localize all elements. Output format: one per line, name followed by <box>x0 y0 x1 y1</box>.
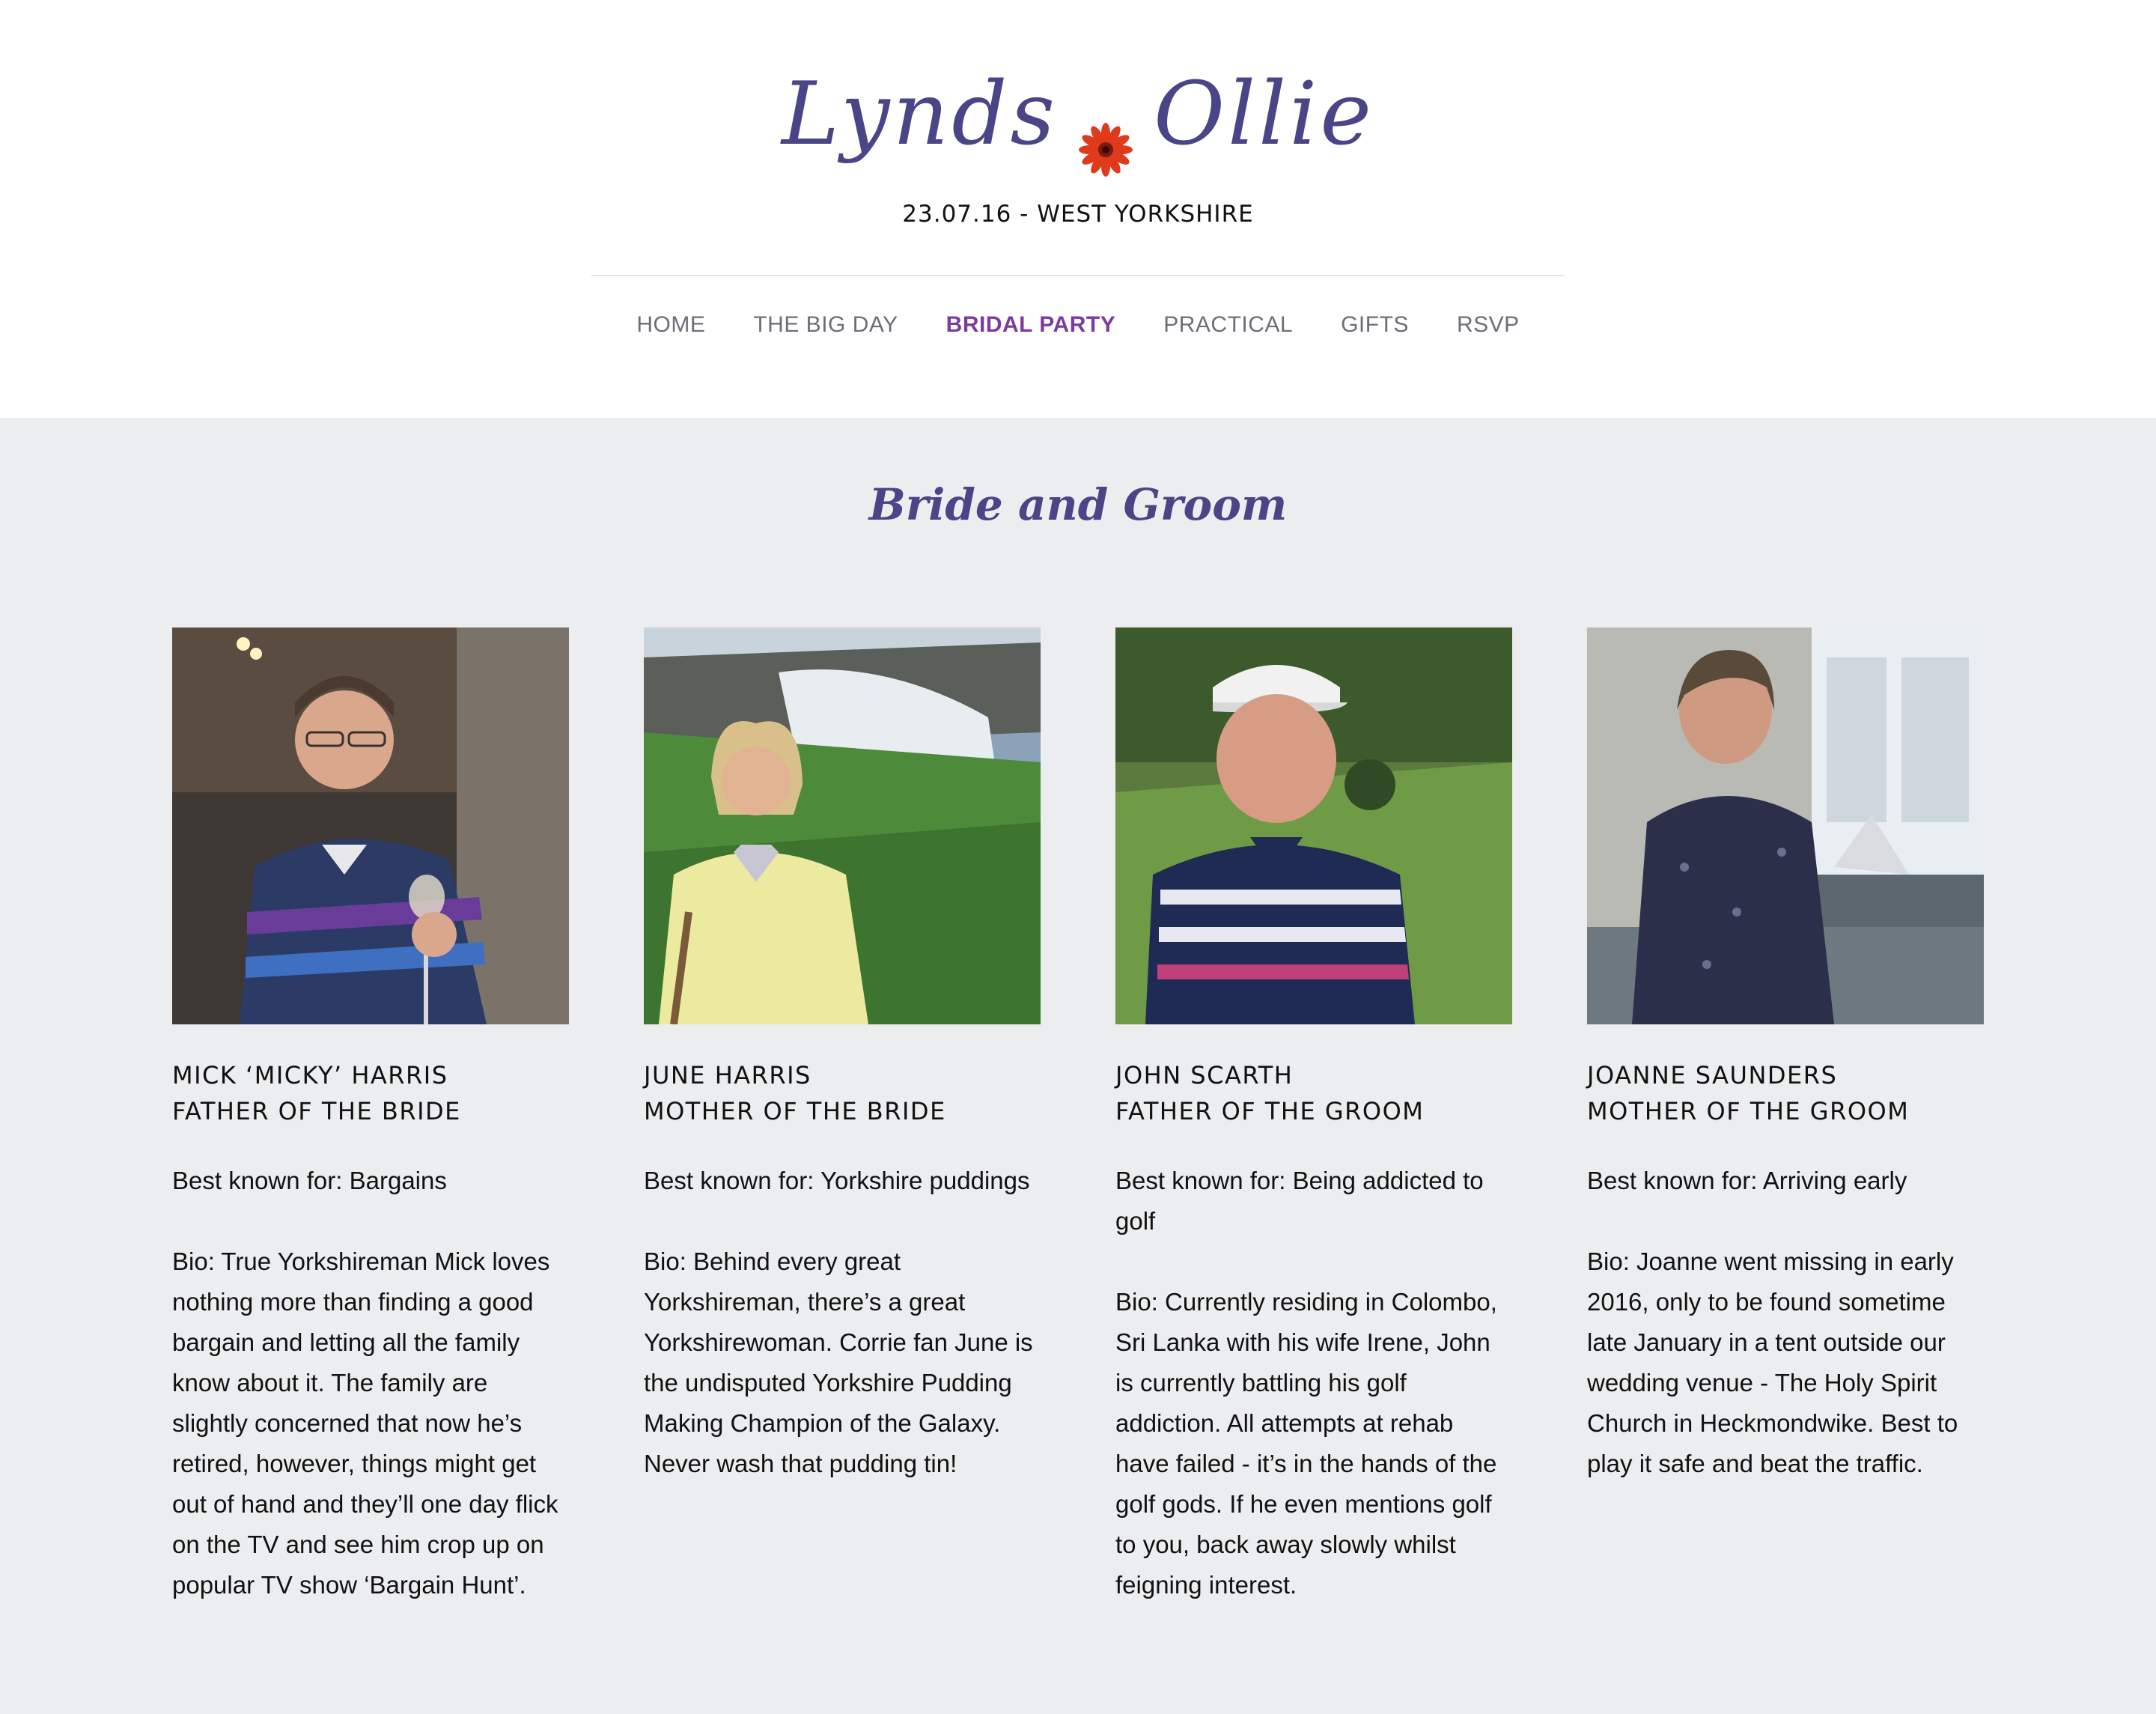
person-bio: Bio: Joanne went missing in early 2016, … <box>1587 1247 1958 1477</box>
person-bio: Bio: Behind every great Yorkshireman, th… <box>644 1247 1033 1477</box>
person-role: MOTHER OF THE BRIDE <box>644 1097 946 1125</box>
person-photo <box>1587 627 1984 1024</box>
person-name: MICK ‘MICKY’ HARRIS <box>172 1061 448 1090</box>
person-role: FATHER OF THE GROOM <box>1115 1097 1425 1125</box>
person-card: MICK ‘MICKY’ HARRIS FATHER OF THE BRIDE … <box>172 627 569 1605</box>
nav-practical[interactable]: PRACTICAL <box>1163 309 1293 341</box>
main-nav: HOME THE BIG DAY BRIDAL PARTY PRACTICAL GIFT… <box>0 309 2156 341</box>
nav-home[interactable]: HOME <box>636 309 705 341</box>
person-card: JOANNE SAUNDERS MOTHER OF THE GROOM Best… <box>1587 627 1984 1484</box>
nav-gifts[interactable]: GIFTS <box>1341 309 1409 341</box>
person-photo <box>1115 627 1512 1024</box>
person-name: JOANNE SAUNDERS <box>1587 1061 1838 1090</box>
person-known-for: Best known for: Yorkshire puddings <box>644 1167 1030 1194</box>
site-header: Lynds Ollie 23.07.16 - WEST YORKSHIRE HO… <box>0 0 2156 418</box>
header-divider <box>591 275 1565 276</box>
person-name: JOHN SCARTH <box>1115 1061 1294 1090</box>
nav-rsvp[interactable]: RSVP <box>1457 309 1520 341</box>
person-known-for: Best known for: Being addicted to golf <box>1115 1167 1484 1235</box>
person-role: FATHER OF THE BRIDE <box>172 1097 461 1125</box>
person-photo <box>644 627 1041 1024</box>
person-bio: Bio: True Yorkshireman Mick loves nothin… <box>172 1247 558 1599</box>
date-location: 23.07.16 - WEST YORKSHIRE <box>902 201 1254 228</box>
person-role: MOTHER OF THE GROOM <box>1587 1097 1910 1125</box>
logo-name-right: Ollie <box>1153 64 1375 165</box>
person-card: JOHN SCARTH FATHER OF THE GROOM Best kno… <box>1115 627 1512 1605</box>
nav-bridal-party[interactable]: BRIDAL PARTY <box>946 309 1116 341</box>
nav-the-big-day[interactable]: THE BIG DAY <box>753 309 898 341</box>
person-known-for: Best known for: Arriving early <box>1587 1167 1907 1194</box>
site-logo[interactable]: Lynds Ollie <box>0 58 2156 177</box>
person-photo <box>172 627 569 1024</box>
person-known-for: Best known for: Bargains <box>172 1167 447 1194</box>
person-name: JUNE HARRIS <box>644 1061 811 1090</box>
gerbera-flower-icon <box>1078 91 1133 177</box>
section-title: Bride and Groom <box>868 479 1288 530</box>
person-card: JUNE HARRIS MOTHER OF THE BRIDE Best kno… <box>644 627 1041 1484</box>
person-bio: Bio: Currently residing in Colombo, Sri … <box>1115 1288 1497 1599</box>
logo-name-left: Lynds <box>781 64 1058 165</box>
